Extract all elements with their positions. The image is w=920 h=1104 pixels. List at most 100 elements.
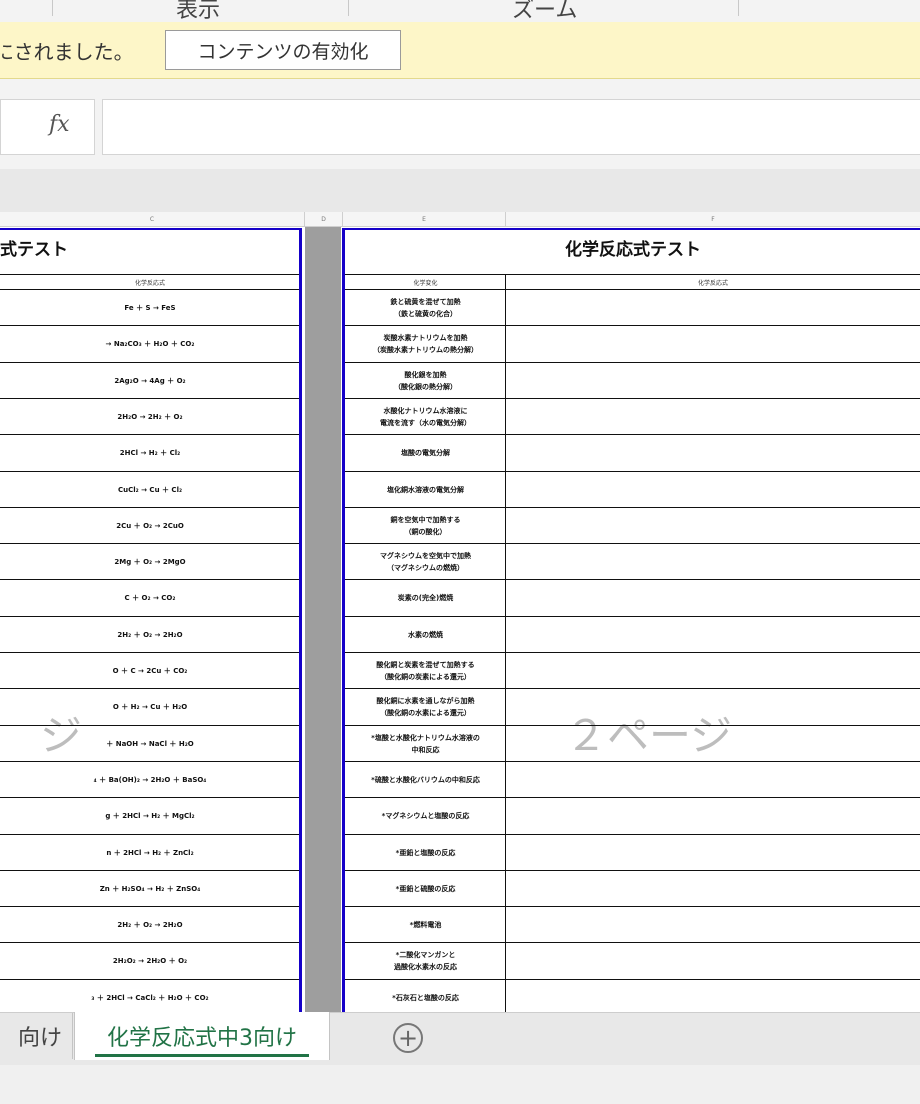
grid-line [345, 615, 920, 617]
worksheet[interactable]: C D E F 式テスト 化学反応式テスト 化学反応式 化学変化 化学反応式 ジ… [0, 212, 920, 1012]
equation-cell[interactable]: ₄ ＋ Ba(OH)₂ → 2H₂O ＋ BaSO₄ [0, 762, 300, 798]
equation-cell[interactable]: 2H₂ ＋ O₂ → 2H₂O [0, 907, 300, 943]
answer-cell[interactable] [506, 544, 920, 580]
equation-cell[interactable]: 2HCl → H₂ ＋ Cl₂ [0, 435, 300, 471]
equation-cell[interactable]: 2H₂O₂ → 2H₂O ＋ O₂ [0, 943, 300, 979]
grid-line [345, 289, 920, 290]
ribbon-group-zoom: ズーム [512, 0, 578, 23]
column-header-c[interactable]: C [0, 212, 305, 227]
sheet-tab-active[interactable]: 化学反応式中3向け [74, 1012, 330, 1060]
answer-cell[interactable] [506, 689, 920, 725]
answer-cell[interactable] [506, 617, 920, 653]
answer-cell[interactable] [506, 798, 920, 834]
status-bar [0, 1065, 920, 1104]
chemical-change-cell[interactable]: *亜鉛と硫酸の反応 [346, 871, 505, 907]
grid-line [0, 325, 299, 327]
equation-cell[interactable]: → Na₂CO₃ ＋ H₂O ＋ CO₂ [0, 326, 300, 362]
chemical-change-cell[interactable]: 水素の燃焼 [346, 617, 505, 653]
chemical-change-cell[interactable]: 酸化銀を加熱 （酸化銀の熱分解） [346, 363, 505, 399]
formula-bar: fx [0, 79, 920, 169]
answer-cell[interactable] [506, 580, 920, 616]
equation-cell[interactable]: 2Cu ＋ O₂ → 2CuO [0, 508, 300, 544]
grid-line [345, 869, 920, 871]
sheet-top-gap [0, 169, 920, 212]
add-sheet-icon[interactable]: + [393, 1023, 423, 1053]
chemical-change-cell[interactable]: 炭酸水素ナトリウムを加熱 （炭酸水素ナトリウムの熱分解） [346, 326, 505, 362]
chemical-change-cell[interactable]: 鉄と硫黄を混ぜて加熱 （鉄と硫黄の化合） [346, 290, 505, 326]
formula-bar-buttons: fx [0, 99, 95, 155]
chemical-change-cell[interactable]: 塩化銅水溶液の電気分解 [346, 472, 505, 508]
answer-cell[interactable] [506, 943, 920, 979]
grid-line [0, 579, 299, 581]
answer-cell[interactable] [506, 653, 920, 689]
answer-cell[interactable] [506, 399, 920, 435]
grid-line [0, 652, 299, 653]
answer-cell[interactable] [506, 907, 920, 943]
insert-function-icon[interactable]: fx [49, 112, 70, 137]
column-header-e[interactable]: E [343, 212, 506, 227]
chemical-change-cell[interactable]: *硫酸と水酸化バリウムの中和反応 [346, 762, 505, 798]
equation-cell[interactable]: CuCl₂ → Cu ＋ Cl₂ [0, 472, 300, 508]
grid-line [0, 688, 299, 690]
equation-cell[interactable]: 2Mg ＋ O₂ → 2MgO [0, 544, 300, 580]
equation-cell[interactable]: 2Ag₂O → 4Ag ＋ O₂ [0, 363, 300, 399]
chemical-change-cell[interactable]: 水酸化ナトリウム水溶液に 電流を流す（水の電気分解） [346, 399, 505, 435]
answer-cell[interactable] [506, 726, 920, 762]
chemical-change-cell[interactable]: 酸化銅と炭素を混ぜて加熱する （酸化銅の炭素による還元） [346, 653, 505, 689]
grid-line [0, 615, 299, 617]
equation-cell[interactable]: O ＋ H₂ → Cu ＋ H₂O [0, 689, 300, 725]
grid-line [0, 543, 299, 545]
equation-cell[interactable]: Zn ＋ H₂SO₄ → H₂ ＋ ZnSO₄ [0, 871, 300, 907]
answer-cell[interactable] [506, 435, 920, 471]
chemical-change-cell[interactable]: 銅を空気中で加熱する （銅の酸化） [346, 508, 505, 544]
column-header-d[interactable]: D [305, 212, 343, 227]
answer-cell[interactable] [506, 363, 920, 399]
chemical-change-cell[interactable]: *石灰石と塩酸の反応 [346, 980, 505, 1012]
grid-line [345, 797, 920, 799]
grid-line [345, 688, 920, 690]
answer-cell[interactable] [506, 290, 920, 326]
equation-cell[interactable]: O ＋ C → 2Cu ＋ CO₂ [0, 653, 300, 689]
grid-line [345, 652, 920, 653]
chemical-change-cell[interactable]: 塩酸の電気分解 [346, 435, 505, 471]
equation-cell[interactable]: n ＋ 2HCl → H₂ ＋ ZnCl₂ [0, 835, 300, 871]
grid-line [345, 942, 920, 944]
equation-cell[interactable]: 2H₂ ＋ O₂ → 2H₂O [0, 617, 300, 653]
formula-input[interactable] [102, 99, 920, 155]
chemical-change-cell[interactable]: *燃料電池 [346, 907, 505, 943]
answer-cell[interactable] [506, 980, 920, 1012]
sheet-tab-previous[interactable]: 向け [0, 1013, 73, 1059]
equation-cell[interactable]: g ＋ 2HCl → H₂ ＋ MgCl₂ [0, 798, 300, 834]
grid-line [0, 724, 299, 726]
page-break-line [342, 228, 345, 1012]
enable-content-button[interactable]: コンテンツの有効化 [165, 30, 401, 70]
chemical-change-cell[interactable]: *二酸化マンガンと 過酸化水素水の反応 [346, 943, 505, 979]
answer-cell[interactable] [506, 472, 920, 508]
grid-line [0, 506, 299, 508]
equation-cell[interactable]: 2H₂O → 2H₂ ＋ O₂ [0, 399, 300, 435]
chemical-change-cell[interactable]: 酸化銅に水素を通しながら加熱 （酸化銅の水素による還元） [346, 689, 505, 725]
chemical-change-cell[interactable]: 炭素の(完全)燃焼 [346, 580, 505, 616]
answer-cell[interactable] [506, 508, 920, 544]
answer-cell[interactable] [506, 762, 920, 798]
chemical-change-cell[interactable]: *塩酸と水酸化ナトリウム水溶液の 中和反応 [346, 726, 505, 762]
grid-line [0, 942, 299, 944]
grid-line [345, 361, 920, 363]
grid-line [0, 833, 299, 835]
equation-cell[interactable]: ＋ NaOH → NaCl ＋ H₂O [0, 726, 300, 762]
grid-line [0, 274, 299, 275]
answer-cell[interactable] [506, 835, 920, 871]
message-text: にされました。 [0, 40, 134, 64]
equation-cell[interactable]: Fe ＋ S → FeS [0, 290, 300, 326]
answer-cell[interactable] [506, 326, 920, 362]
chemical-change-cell[interactable]: *亜鉛と塩酸の反応 [346, 835, 505, 871]
grid-line [345, 325, 920, 327]
equation-cell[interactable]: C ＋ O₂ → CO₂ [0, 580, 300, 616]
chemical-change-cell[interactable]: マグネシウムを空気中で加熱 （マグネシウムの燃焼） [346, 544, 505, 580]
equation-cell[interactable]: ₃ ＋ 2HCl → CaCl₂ ＋ H₂O ＋ CO₂ [0, 980, 300, 1012]
grid-line [0, 361, 299, 363]
column-header-f[interactable]: F [506, 212, 920, 227]
chemical-change-cell[interactable]: *マグネシウムと塩酸の反応 [346, 798, 505, 834]
right-page-title: 化学反応式テスト [565, 240, 701, 260]
answer-cell[interactable] [506, 871, 920, 907]
